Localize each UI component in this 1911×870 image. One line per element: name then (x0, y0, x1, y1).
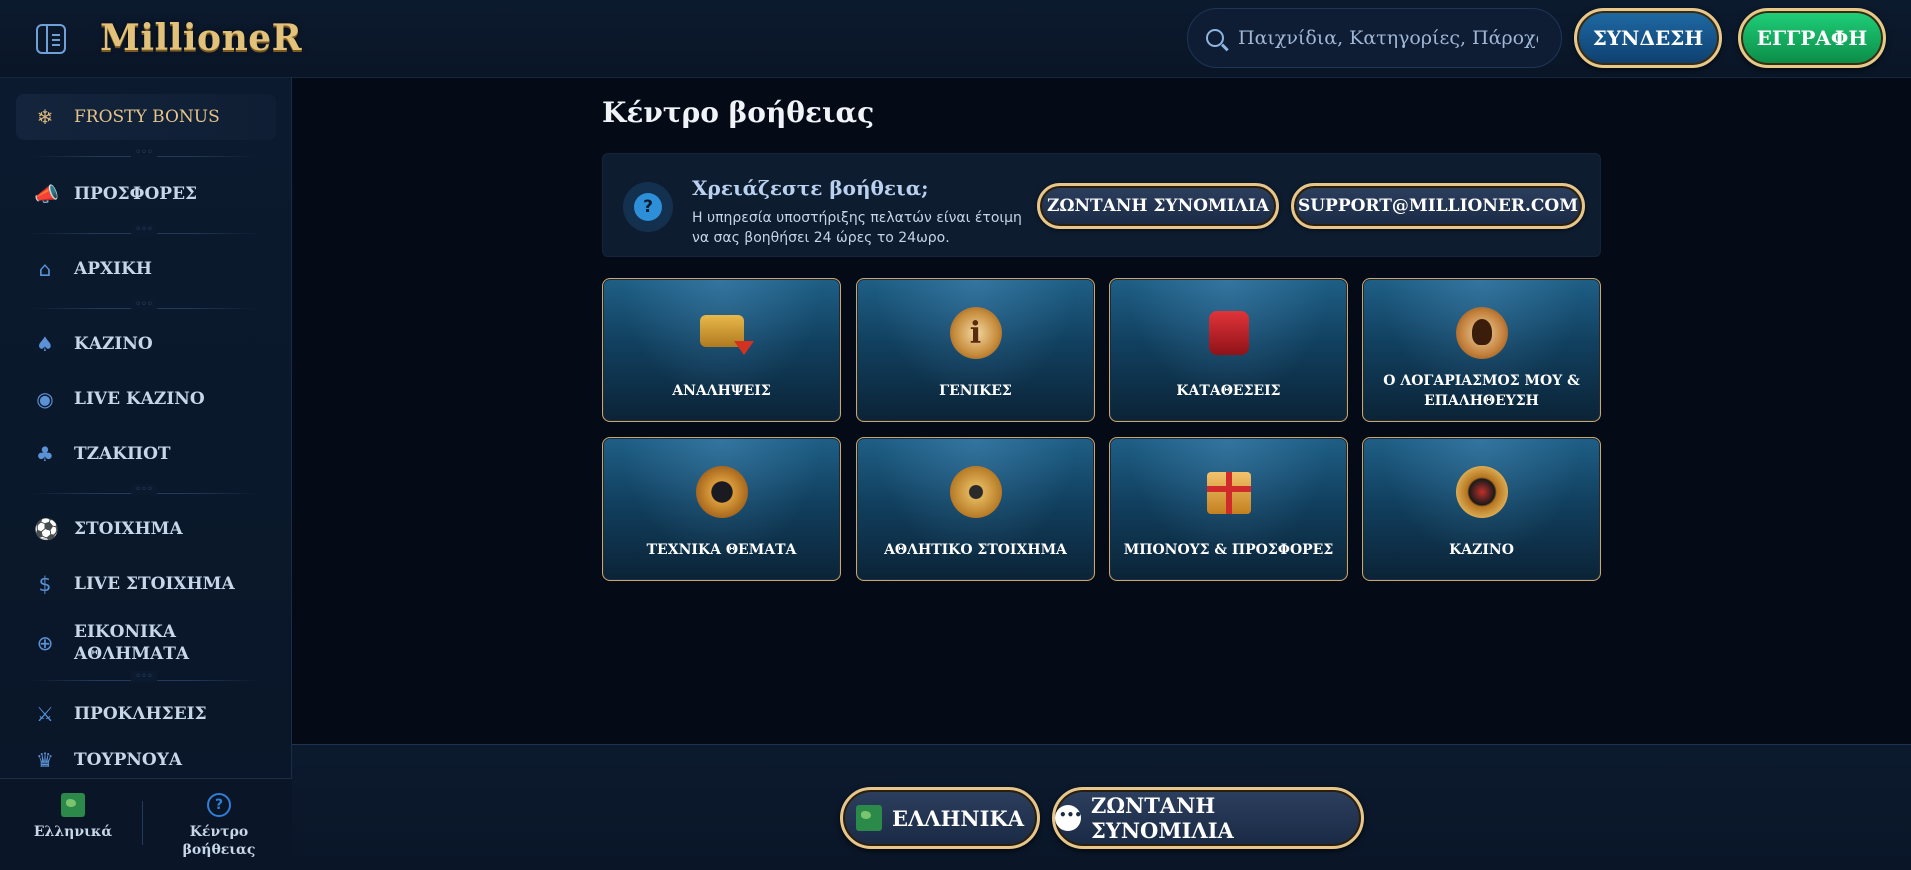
virtual-sports-icon: ⊕ (36, 631, 54, 655)
sidebar: ❄ FROSTY BONUS 📣 ΠΡΟΣΦΟΡΕΣ ⌂ ΑΡΧΙΚΗ ♠ ΚΑ… (0, 78, 292, 870)
footer-live-chat-button[interactable]: ΖΩΝΤΑΝΗ ΣΥΝΟΜΙΛΙΑ (1052, 787, 1364, 849)
sidebar-item-label: ΤΟΥΡΝΟΥΑ (74, 750, 183, 770)
live-bet-icon: $ (38, 572, 52, 596)
category-withdrawals[interactable]: ΑΝΑΛΗΨΕΙΣ (602, 278, 841, 422)
sidebar-divider (30, 229, 258, 239)
chat-icon (1055, 805, 1082, 831)
category-label: ΑΝΑΛΗΨΕΙΣ (672, 383, 771, 399)
category-label: ΤΕΧΝΙΚΑ ΘΕΜΑΤΑ (646, 542, 797, 558)
category-label: ΑΘΛΗΤΙΚΟ ΣΤΟΙΧΗΜΑ (884, 542, 1067, 558)
live-chat-button[interactable]: ΖΩΝΤΑΝΗ ΣΥΝΟΜΙΛΙΑ (1037, 183, 1279, 229)
megaphone-icon: 📣 (34, 182, 59, 206)
sidebar-item-label: ΤΖΑΚΠΟΤ (74, 444, 171, 464)
sidebar-item-offers[interactable]: 📣 ΠΡΟΣΦΟΡΕΣ (16, 171, 276, 217)
footer: ΕΛΛΗΝΙΚΑ ΖΩΝΤΑΝΗ ΣΥΝΟΜΙΛΙΑ (292, 744, 1911, 870)
sidebar-item-label: LIVE ΚΑΖΙΝΟ (74, 389, 205, 409)
sidebar-item-label: ΠΡΟΚΛΗΣΕΙΣ (74, 704, 207, 724)
sidebar-item-frosty-bonus[interactable]: ❄ FROSTY BONUS (16, 94, 276, 140)
login-button[interactable]: ΣΥΝΔΕΣΗ (1574, 8, 1722, 68)
help-center-link[interactable]: ? Κέντρο βοήθειας (154, 789, 284, 869)
category-casino[interactable]: ΚΑΖΙΝΟ (1362, 437, 1601, 581)
help-panel-title: Χρειάζεστε βοήθεια; (692, 176, 929, 200)
gift-icon (1206, 472, 1251, 514)
sidebar-divider (30, 489, 258, 499)
sidebar-item-label: ΑΡΧΙΚΗ (74, 259, 152, 279)
sidebar-item-label: ΣΤΟΙΧΗΜΑ (74, 519, 183, 539)
category-general[interactable]: i ΓΕΝΙΚΕΣ (856, 278, 1095, 422)
sidebar-item-jackpot[interactable]: ♣ ΤΖΑΚΠΟΤ (16, 431, 276, 477)
sidebar-item-label: ΠΡΟΣΦΟΡΕΣ (74, 184, 198, 204)
spade-icon: ♠ (36, 332, 54, 356)
category-deposits[interactable]: ΚΑΤΑΘΕΣΕΙΣ (1109, 278, 1348, 422)
snowflake-icon: ❄ (36, 105, 54, 129)
sidebar-item-label: FROSTY BONUS (74, 107, 220, 127)
clover-icon: ♣ (36, 442, 54, 466)
search-input[interactable] (1238, 27, 1538, 49)
site-logo[interactable]: MillioneR (100, 14, 302, 62)
info-icon: i (949, 307, 1002, 359)
category-account-verification[interactable]: Ο ΛΟΓΑΡΙΑΣΜΟΣ ΜΟΥ & ΕΠΑΛΗΘΕΥΣΗ (1362, 278, 1601, 422)
chip-icon: ◉ (36, 387, 54, 411)
help-icon: ? (207, 793, 231, 817)
wallet-icon (1208, 311, 1249, 355)
sidebar-bottom-divider (142, 801, 143, 845)
sidebar-divider (30, 152, 258, 162)
withdrawal-card-icon (699, 315, 754, 355)
category-technical[interactable]: ΤΕΧΝΙΚΑ ΘΕΜΑΤΑ (602, 437, 841, 581)
page-title: Κέντρο βοήθειας (602, 96, 875, 129)
sidebar-item-virtual-sports[interactable]: ⊕ ΕΙΚΟΝΙΚΑ ΑΘΛΗΜΑΤΑ (16, 615, 276, 671)
footer-live-chat-label: ΖΩΝΤΑΝΗ ΣΥΝΟΜΙΛΙΑ (1091, 793, 1234, 843)
sidebar-item-live-casino[interactable]: ◉ LIVE ΚΑΖΙΝΟ (16, 376, 276, 422)
sidebar-divider (30, 676, 258, 686)
sidebar-toggle-icon[interactable] (36, 24, 66, 54)
footer-language-button[interactable]: ΕΛΛΗΝΙΚΑ (840, 787, 1040, 849)
category-label: ΓΕΝΙΚΕΣ (939, 383, 1012, 399)
sidebar-item-home[interactable]: ⌂ ΑΡΧΙΚΗ (16, 246, 276, 292)
language-label: Ελληνικά (33, 824, 113, 840)
sidebar-item-challenges[interactable]: ⚔ ΠΡΟΚΛΗΣΕΙΣ (16, 691, 276, 737)
question-icon: ? (623, 182, 673, 232)
help-panel: ? Χρειάζεστε βοήθεια; Η υπηρεσία υποστήρ… (602, 153, 1601, 257)
category-label: ΚΑΖΙΝΟ (1449, 542, 1514, 558)
support-email-button[interactable]: SUPPORT@MILLIONER.COM (1291, 183, 1585, 229)
globe-icon (61, 793, 85, 817)
sidebar-item-casino[interactable]: ♠ ΚΑΖΙΝΟ (16, 321, 276, 367)
category-bonus-offers[interactable]: ΜΠΟΝΟΥΣ & ΠΡΟΣΦΟΡΕΣ (1109, 437, 1348, 581)
category-label: ΚΑΤΑΘΕΣΕΙΣ (1176, 383, 1281, 399)
sidebar-bottom-bar: Ελληνικά ? Κέντρο βοήθειας (0, 778, 292, 870)
register-button[interactable]: ΕΓΓΡΑΦΗ (1738, 8, 1886, 68)
category-label: Ο ΛΟΓΑΡΙΑΣΜΟΣ ΜΟΥ & ΕΠΑΛΗΘΕΥΣΗ (1383, 373, 1580, 409)
category-sports-betting[interactable]: ΑΘΛΗΤΙΚΟ ΣΤΟΙΧΗΜΑ (856, 437, 1095, 581)
language-selector[interactable]: Ελληνικά (8, 789, 138, 869)
help-panel-description: Η υπηρεσία υποστήριξης πελατών είναι έτο… (692, 210, 1022, 246)
category-label: ΜΠΟΝΟΥΣ & ΠΡΟΣΦΟΡΕΣ (1123, 542, 1334, 558)
trophy-icon: ♛ (36, 748, 54, 772)
globe-icon (856, 805, 882, 831)
sidebar-item-label: ΚΑΖΙΝΟ (74, 334, 153, 354)
soccer-ball-icon: ⚽ (34, 517, 59, 541)
sidebar-item-tournaments[interactable]: ♛ ΤΟΥΡΝΟΥΑ (16, 737, 276, 783)
soccer-ball-icon (949, 466, 1002, 518)
sidebar-divider (30, 304, 258, 314)
sidebar-item-label: ΕΙΚΟΝΙΚΑ ΑΘΛΗΜΑΤΑ (74, 622, 190, 664)
top-header: MillioneR ΣΥΝΔΕΣΗ ΕΓΓΡΑΦΗ (0, 0, 1911, 78)
sidebar-item-live-sports[interactable]: $ LIVE ΣΤΟΙΧΗΜΑ (16, 561, 276, 607)
swords-icon: ⚔ (36, 702, 54, 726)
gear-icon (695, 466, 748, 518)
roulette-icon (1455, 466, 1508, 518)
home-icon: ⌂ (38, 257, 52, 281)
user-account-icon (1455, 307, 1508, 359)
footer-language-label: ΕΛΛΗΝΙΚΑ (892, 805, 1024, 831)
sidebar-item-label: LIVE ΣΤΟΙΧΗΜΑ (74, 574, 235, 594)
sidebar-item-sports[interactable]: ⚽ ΣΤΟΙΧΗΜΑ (16, 506, 276, 552)
search-box[interactable] (1187, 8, 1562, 68)
help-center-label: Κέντρο βοήθειας (182, 824, 256, 858)
search-icon (1206, 29, 1224, 47)
